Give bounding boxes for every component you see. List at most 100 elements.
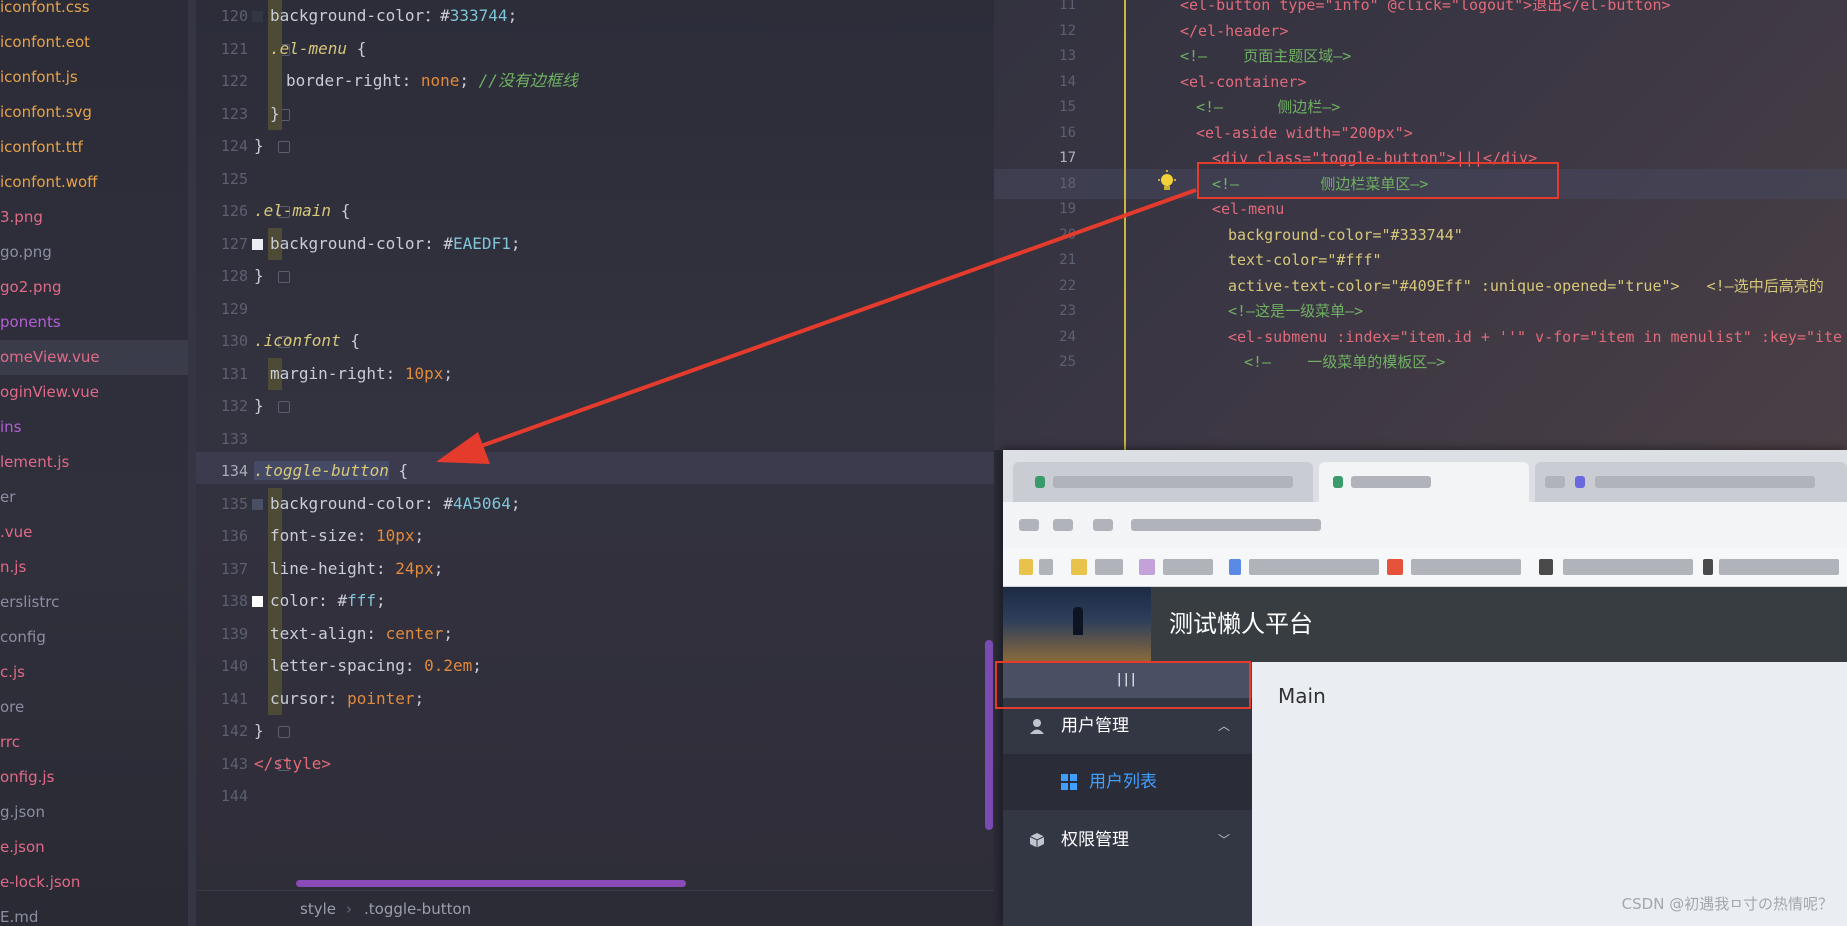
code-line[interactable]: border-right: none; //没有边框线 xyxy=(286,65,578,97)
file-tree-item[interactable]: config xyxy=(0,620,196,655)
code-line[interactable]: .iconfont { xyxy=(254,325,360,357)
file-tree-item[interactable]: iconfont.js xyxy=(0,60,196,95)
file-tree-item[interactable]: e.json xyxy=(0,830,196,865)
fold-icon[interactable] xyxy=(278,271,290,283)
file-tree-item[interactable]: e-lock.json xyxy=(0,865,196,900)
watermark: CSDN @初遇我ㅁ寸の热情呢？ xyxy=(1621,895,1833,913)
code-line[interactable]: background-color：#333744; xyxy=(270,0,517,32)
file-tree-item[interactable]: iconfont.woff xyxy=(0,165,196,200)
code-token: ; xyxy=(472,656,482,675)
file-tree-item[interactable]: onfig.js xyxy=(0,760,196,795)
file-tree-item[interactable]: iconfont.svg xyxy=(0,95,196,130)
file-tree-item[interactable]: n.js xyxy=(0,550,196,585)
change-marker-bar xyxy=(1124,0,1126,450)
line-number: 137 xyxy=(220,559,248,578)
file-tree-item[interactable]: iconfont.css xyxy=(0,0,196,25)
breadcrumb-toggle-button[interactable]: .toggle-button xyxy=(364,891,471,926)
code-token: .el-main xyxy=(254,201,332,220)
file-tree-item[interactable]: iconfont.eot xyxy=(0,25,196,60)
code-token: background-color xyxy=(270,6,425,25)
file-tree-item[interactable]: omeView.vue xyxy=(0,340,196,375)
menu-item-label: 权限管理 xyxy=(1061,830,1129,850)
code-line[interactable]: } xyxy=(254,390,264,422)
file-tree-item[interactable]: erslistrc xyxy=(0,585,196,620)
file-tree-item[interactable]: lement.js xyxy=(0,445,196,480)
code-line[interactable]: background-color: #4A5064; xyxy=(270,488,520,520)
line-number: 127 xyxy=(220,234,248,253)
code-line[interactable]: cursor: pointer; xyxy=(270,683,424,715)
code-token: ; xyxy=(433,558,444,578)
file-tree: iconfont.css iconfont.eot iconfont.js iconf… xyxy=(0,0,196,926)
code-token: ; xyxy=(443,623,454,643)
code-line[interactable]: letter-spacing: 0.2em; xyxy=(270,650,482,682)
file-tree-item[interactable]: go2.png xyxy=(0,270,196,305)
main-area: Main xyxy=(1252,662,1847,926)
code-line[interactable]: } xyxy=(254,715,264,747)
code-line[interactable]: </style> xyxy=(254,748,331,780)
browser-tab[interactable] xyxy=(1535,462,1847,502)
code-token: : xyxy=(401,71,421,90)
fold-icon[interactable] xyxy=(278,726,290,738)
file-tree-item[interactable]: c.js xyxy=(0,655,196,690)
code-line[interactable]: } xyxy=(254,260,264,292)
code-token: ; xyxy=(459,71,479,90)
file-tree-scrollbar[interactable] xyxy=(188,0,196,926)
file-tree-item[interactable]: ins xyxy=(0,410,196,445)
file-tree-item[interactable]: E.md xyxy=(0,900,196,926)
code-token: ; xyxy=(414,526,425,545)
fold-icon[interactable] xyxy=(278,401,290,413)
file-tree-item[interactable]: rrc xyxy=(0,725,196,760)
code-token: : # xyxy=(424,233,454,253)
code-line[interactable]: font-size: 10px; xyxy=(270,520,424,552)
line-number: 123 xyxy=(220,104,248,123)
file-tree-item[interactable]: .vue xyxy=(0,515,196,550)
file-tree-item[interactable]: go.png xyxy=(0,235,196,270)
code-line[interactable]: .el-menu { xyxy=(270,33,366,65)
code-line[interactable]: margin-right: 10px; xyxy=(270,358,453,390)
code-line[interactable]: background-color: #EAEDF1; xyxy=(270,228,520,260)
address-bar[interactable] xyxy=(1003,502,1847,548)
file-tree-item[interactable]: 3.png xyxy=(0,200,196,235)
code-token: border-right xyxy=(286,71,402,90)
user-icon xyxy=(1030,719,1044,734)
file-tree-item[interactable]: ponents xyxy=(0,305,196,340)
file-tree-item[interactable]: ore xyxy=(0,690,196,725)
line-number: 134 xyxy=(220,462,248,480)
file-tree-item[interactable]: er xyxy=(0,480,196,515)
menu-item-permission-management[interactable]: 权限管理 ﹀ xyxy=(1003,812,1252,868)
line-number: 135 xyxy=(220,494,248,513)
code-line[interactable]: .toggle-button { xyxy=(254,455,408,487)
code-token: 0.2em xyxy=(424,656,473,675)
code-token: : xyxy=(366,623,386,643)
color-swatch xyxy=(252,11,263,22)
file-tree-item[interactable]: g.json xyxy=(0,795,196,830)
code-token: background-color xyxy=(270,493,425,513)
fold-icon[interactable] xyxy=(278,141,290,153)
code-line[interactable]: text-align: center; xyxy=(270,618,453,650)
code-token: } xyxy=(254,721,264,740)
lightbulb-icon[interactable] xyxy=(1156,170,1178,196)
horizontal-scrollbar[interactable] xyxy=(296,880,686,887)
code-line[interactable]: .el-main { xyxy=(254,195,350,227)
template-code-line[interactable]: <!— 一级菜单的模板区—> xyxy=(1244,347,1445,377)
color-swatch xyxy=(252,596,263,607)
line-number: 131 xyxy=(220,364,248,383)
breadcrumb-separator: › xyxy=(346,900,352,918)
code-line[interactable]: line-height: 24px; xyxy=(270,553,443,585)
vue-template-editor[interactable]: 11 12 13 14 15 16 17 18 19 20 21 22 23 24 25 <el-butto… xyxy=(994,0,1847,450)
code-line[interactable]: } xyxy=(254,130,264,162)
file-tree-item[interactable]: iconfont.ttf xyxy=(0,130,196,165)
css-editor[interactable]: 120 121 122 123 124 125 126 127 128 129 130 131 132 1… xyxy=(196,0,994,926)
file-tree-item[interactable]: oginView.vue xyxy=(0,375,196,410)
breadcrumb-style[interactable]: style xyxy=(300,891,336,926)
code-token: color xyxy=(270,591,319,610)
code-token: .toggle-button xyxy=(254,461,389,480)
browser-tab-active[interactable] xyxy=(1319,462,1529,502)
line-number: 140 xyxy=(220,657,248,675)
submenu-item-user-list[interactable]: 用户列表 xyxy=(1003,754,1252,810)
code-token: ; xyxy=(510,233,521,253)
code-line[interactable]: color: #fff; xyxy=(270,585,386,617)
code-token: ; xyxy=(443,363,454,383)
code-line[interactable]: } xyxy=(270,98,280,130)
browser-tab[interactable] xyxy=(1013,462,1313,502)
